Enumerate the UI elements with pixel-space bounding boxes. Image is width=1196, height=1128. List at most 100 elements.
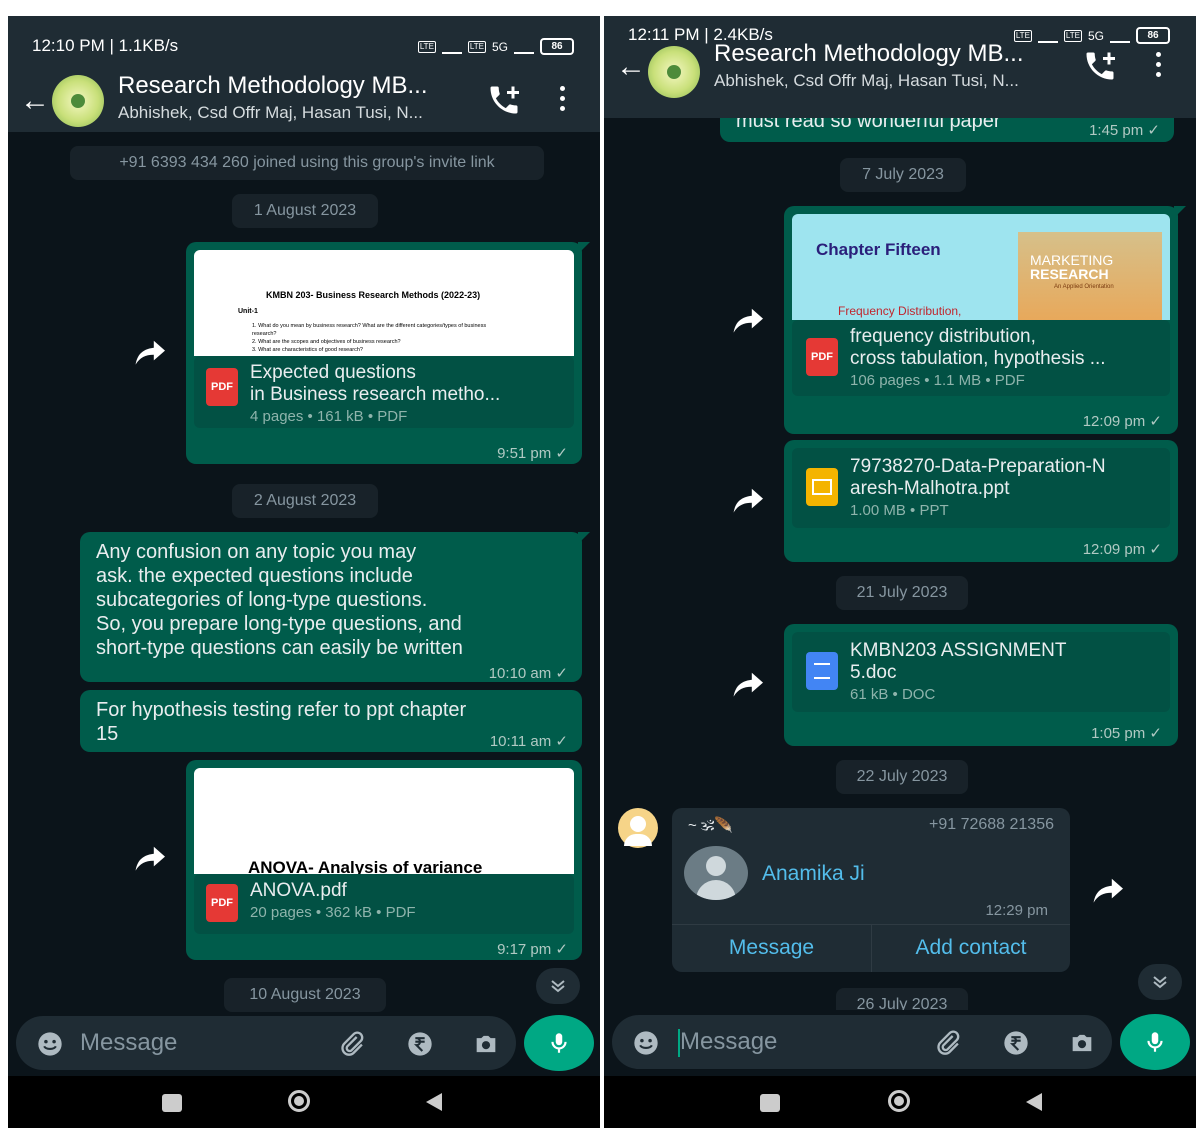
contact-message[interactable]: ~ 🕉🪶 +91 72688 21356 Anamika Ji 12:29 pm… (672, 808, 1070, 972)
mic-button[interactable] (1120, 1014, 1190, 1070)
group-avatar[interactable] (648, 46, 700, 98)
date-separator: 1 August 2023 (232, 194, 378, 228)
scroll-down-icon[interactable] (536, 968, 580, 1004)
mic-button[interactable] (524, 1015, 594, 1071)
message-time: 1:05 pm ✓ (1091, 725, 1162, 742)
mic-icon (1147, 1032, 1163, 1052)
signal-icon (1037, 29, 1058, 43)
preview-title: ANOVA- Analysis of variance (248, 858, 483, 874)
sender-name[interactable]: ~ 🕉🪶 (688, 816, 733, 834)
document-info[interactable]: 79738270-Data-Preparation-N aresh-Malhot… (792, 448, 1170, 528)
pdf-icon: PDF (806, 338, 838, 376)
document-meta: 1.00 MB • PPT (850, 502, 949, 519)
document-message[interactable]: 79738270-Data-Preparation-N aresh-Malhot… (784, 440, 1178, 562)
system-nav-bar (604, 1076, 1196, 1128)
document-info[interactable]: PDF frequency distribution, cross tabula… (792, 320, 1170, 396)
back-arrow-icon[interactable]: ← (20, 84, 50, 118)
signal-icon (441, 40, 462, 54)
forward-icon[interactable] (732, 306, 766, 334)
text-message[interactable]: must read so wonderful paper 1:45 pm ✓ (720, 118, 1174, 142)
mic-icon (551, 1033, 567, 1053)
add-call-icon[interactable] (1082, 48, 1118, 84)
document-name: KMBN203 ASSIGNMENT (850, 640, 1067, 661)
emoji-icon[interactable] (36, 1030, 64, 1058)
signal-icon (1110, 29, 1130, 43)
forward-icon[interactable] (732, 670, 766, 698)
system-message: +91 6393 434 260 joined using this group… (70, 146, 544, 180)
forward-icon[interactable] (134, 844, 168, 872)
document-message[interactable]: ANOVA- Analysis of variance PDF ANOVA.pd… (186, 760, 582, 960)
group-avatar[interactable] (52, 75, 104, 127)
document-preview[interactable]: KMBN 203- Business Research Methods (202… (194, 250, 574, 356)
nav-home-icon[interactable] (888, 1090, 910, 1112)
document-info[interactable]: KMBN203 ASSIGNMENT 5.doc 61 kB • DOC (792, 632, 1170, 712)
message-time: 10:11 am ✓ (489, 733, 568, 750)
camera-icon[interactable] (1068, 1029, 1096, 1057)
message-time: 12:09 pm ✓ (1082, 413, 1162, 430)
group-title[interactable]: Research Methodology MB... (714, 40, 1023, 68)
document-meta: 61 kB • DOC (850, 686, 936, 703)
chat-header: ← Research Methodology MB... Abhishek, C… (8, 72, 600, 132)
group-members[interactable]: Abhishek, Csd Offr Maj, Hasan Tusi, N... (118, 103, 423, 123)
nav-square-icon[interactable] (760, 1094, 780, 1112)
document-info[interactable]: PDF ANOVA.pdf 20 pages • 362 kB • PDF (194, 874, 574, 934)
emoji-icon[interactable] (632, 1029, 660, 1057)
document-meta: 106 pages • 1.1 MB • PDF (850, 372, 1025, 389)
message-time: 12:09 pm ✓ (1082, 541, 1162, 558)
sender-avatar[interactable] (618, 808, 658, 848)
nav-back-icon[interactable] (422, 1090, 446, 1114)
date-separator: 10 August 2023 (224, 978, 386, 1012)
preview-title: Chapter Fifteen (816, 240, 941, 259)
nav-back-icon[interactable] (1022, 1090, 1046, 1114)
message-composer[interactable]: Message (16, 1016, 516, 1070)
nav-square-icon[interactable] (162, 1094, 182, 1112)
message-input[interactable]: Message (680, 1028, 777, 1056)
status-icons: LTE LTE 5G 86 (417, 38, 574, 55)
nav-home-icon[interactable] (288, 1090, 310, 1112)
preview-list: 1. What do you mean by business research… (252, 322, 512, 354)
contact-name[interactable]: Anamika Ji (762, 862, 865, 886)
forward-icon[interactable] (1092, 876, 1126, 904)
forward-icon[interactable] (732, 486, 766, 514)
sender-phone[interactable]: +91 72688 21356 (929, 816, 1054, 834)
group-members[interactable]: Abhishek, Csd Offr Maj, Hasan Tusi, N... (714, 71, 1019, 91)
message-text: must read so wonderful paper (736, 118, 1001, 132)
back-arrow-icon[interactable]: ← (616, 50, 646, 84)
rupee-icon[interactable] (406, 1030, 434, 1058)
add-call-icon[interactable] (486, 82, 522, 118)
date-separator: 22 July 2023 (836, 760, 968, 794)
battery-icon: 86 (1136, 27, 1170, 44)
doc-icon (806, 652, 838, 690)
document-message[interactable]: Chapter Fifteen Frequency Distribution, … (784, 206, 1186, 434)
document-name: 79738270-Data-Preparation-N (850, 456, 1106, 477)
attach-icon[interactable] (338, 1030, 366, 1058)
message-time: 1:45 pm ✓ (1089, 122, 1160, 139)
forward-icon[interactable] (134, 338, 168, 366)
document-info[interactable]: PDF Expected questions in Business resea… (194, 356, 574, 428)
more-vert-icon[interactable] (556, 86, 568, 116)
rupee-icon[interactable] (1002, 1029, 1030, 1057)
document-message[interactable]: KMBN203 ASSIGNMENT 5.doc 61 kB • DOC 1:0… (784, 624, 1178, 746)
more-vert-icon[interactable] (1152, 52, 1164, 82)
document-preview[interactable]: ANOVA- Analysis of variance (194, 768, 574, 874)
attach-icon[interactable] (934, 1029, 962, 1057)
left-screen: 12:10 PM | 1.1KB/s LTE LTE 5G 86 ← Resea… (8, 16, 600, 1128)
scroll-down-icon[interactable] (1138, 964, 1182, 1000)
preview-subtitle: Frequency Distribution, (838, 304, 962, 318)
message-input[interactable]: Message (80, 1029, 177, 1057)
document-preview[interactable]: Chapter Fifteen Frequency Distribution, … (792, 214, 1170, 320)
message-text: Any confusion on any topic you may ask. … (96, 541, 463, 659)
text-message[interactable]: For hypothesis testing refer to ppt chap… (80, 690, 582, 752)
document-meta: 20 pages • 362 kB • PDF (250, 904, 416, 921)
camera-icon[interactable] (472, 1030, 500, 1058)
add-contact-button[interactable]: Add contact (872, 936, 1070, 960)
battery-icon: 86 (540, 38, 574, 55)
message-contact-button[interactable]: Message (672, 936, 871, 960)
right-screen: 12:11 PM | 2.4KB/s LTE LTE 5G 86 ← Resea… (604, 16, 1196, 1128)
document-message[interactable]: KMBN 203- Business Research Methods (202… (186, 242, 590, 464)
group-title[interactable]: Research Methodology MB... (118, 72, 427, 100)
text-message[interactable]: Any confusion on any topic you may ask. … (80, 532, 590, 682)
pdf-icon: PDF (206, 884, 238, 922)
message-composer[interactable]: Message (612, 1015, 1112, 1069)
document-meta: 4 pages • 161 kB • PDF (250, 408, 408, 425)
